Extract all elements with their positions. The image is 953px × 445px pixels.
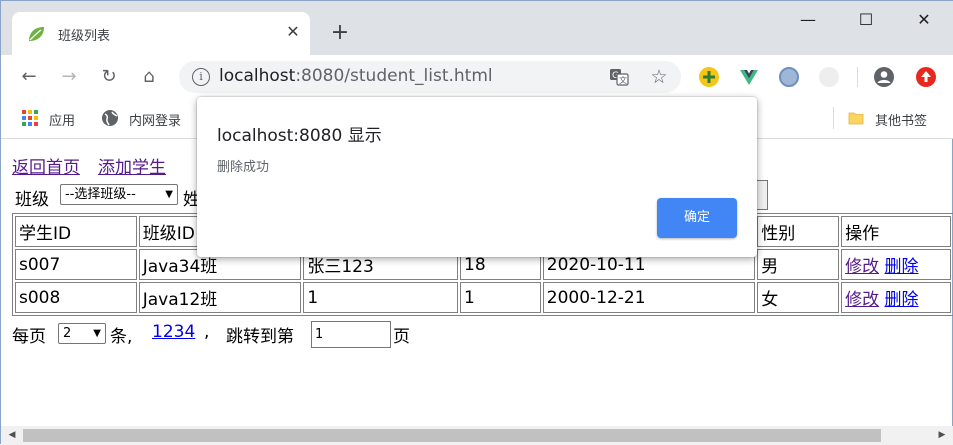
edit-link[interactable]: 修改 bbox=[845, 257, 879, 277]
horizontal-scrollbar[interactable]: ◀ ▶ bbox=[1, 426, 953, 445]
extension-circle-icon[interactable] bbox=[779, 67, 799, 87]
browser-window: 班级列表 ✕ + — ☐ ✕ ← → ↻ ⌂ i localhost:8080/… bbox=[0, 0, 953, 445]
per-page-unit: 条, bbox=[110, 327, 133, 347]
svg-text:文: 文 bbox=[619, 75, 627, 85]
bookmark-other[interactable]: 其他书签 bbox=[875, 110, 927, 129]
delete-link[interactable]: 删除 bbox=[885, 290, 919, 310]
info-icon[interactable]: i bbox=[192, 68, 210, 86]
translate-icon[interactable]: G 文 bbox=[609, 67, 629, 87]
pagination: 每页 2 ▼ 条, 1234 , 跳转到第 1 页 bbox=[12, 321, 512, 351]
update-arrow-icon[interactable] bbox=[916, 67, 936, 87]
header-student-id: 学生ID bbox=[15, 216, 137, 247]
header-actions: 操作 bbox=[841, 216, 951, 247]
vue-devtools-icon[interactable] bbox=[739, 67, 759, 87]
page-number-links[interactable]: 1234 bbox=[152, 322, 195, 342]
dialog-ok-button[interactable]: 确定 bbox=[657, 198, 737, 238]
forward-arrow-icon[interactable]: → bbox=[55, 63, 83, 91]
minimize-button[interactable]: — bbox=[793, 7, 823, 33]
cell-gender: 女 bbox=[757, 282, 840, 313]
maximize-button[interactable]: ☐ bbox=[851, 7, 881, 33]
cell-age: 1 bbox=[460, 282, 541, 313]
close-window-button[interactable]: ✕ bbox=[909, 7, 939, 33]
home-icon[interactable]: ⌂ bbox=[135, 63, 163, 91]
bookmark-apps[interactable]: 应用 bbox=[49, 110, 75, 129]
bookmark-divider bbox=[833, 107, 834, 129]
dropdown-arrow-icon: ▼ bbox=[165, 189, 173, 200]
scrollbar-thumb[interactable] bbox=[23, 429, 881, 442]
class-filter-label: 班级 bbox=[15, 190, 49, 210]
per-page-label: 每页 bbox=[12, 327, 46, 347]
per-page-select[interactable]: 2 ▼ bbox=[58, 323, 106, 344]
reload-icon[interactable]: ↻ bbox=[95, 63, 123, 91]
globe-icon bbox=[102, 110, 118, 126]
delete-link[interactable]: 删除 bbox=[885, 257, 919, 277]
scroll-right-arrow-icon[interactable]: ▶ bbox=[935, 429, 949, 442]
tab-class-list[interactable]: 班级列表 ✕ bbox=[12, 12, 310, 55]
new-tab-button[interactable]: + bbox=[326, 20, 354, 48]
url-text[interactable]: localhost:8080/student_list.html bbox=[219, 66, 493, 86]
page-suffix: 页 bbox=[393, 327, 410, 347]
cell-student-id: s008 bbox=[15, 282, 137, 313]
alert-dialog: localhost:8080 显示 删除成功 确定 bbox=[197, 97, 757, 257]
edit-link[interactable]: 修改 bbox=[845, 290, 879, 310]
dialog-title: localhost:8080 显示 bbox=[217, 126, 382, 146]
cell-gender: 男 bbox=[757, 249, 840, 280]
bookmark-star-icon[interactable]: ☆ bbox=[649, 67, 669, 87]
browser-toolbar: ← → ↻ ⌂ i localhost:8080/student_list.ht… bbox=[1, 55, 953, 99]
cell-student-id: s007 bbox=[15, 249, 137, 280]
home-link[interactable]: 返回首页 bbox=[12, 153, 80, 178]
class-select[interactable]: --选择班级-- ▼ bbox=[60, 184, 178, 205]
bookmark-intranet[interactable]: 内网登录 bbox=[129, 110, 181, 129]
pagination-comma: , bbox=[204, 322, 210, 342]
table-row: s008 Java12班 1 1 2000-12-21 女 修改 删除 bbox=[15, 282, 951, 313]
add-student-link[interactable]: 添加学生 bbox=[98, 153, 166, 178]
jump-page-input[interactable]: 1 bbox=[311, 321, 391, 348]
react-devtools-icon[interactable] bbox=[819, 67, 839, 87]
cell-class: Java12班 bbox=[138, 282, 302, 313]
cell-date: 2000-12-21 bbox=[542, 282, 756, 313]
cell-name: 1 bbox=[303, 282, 458, 313]
tab-title: 班级列表 bbox=[58, 29, 111, 44]
dropdown-arrow-icon: ▼ bbox=[93, 328, 101, 339]
leaf-icon bbox=[29, 27, 44, 41]
cell-actions: 修改 删除 bbox=[841, 282, 951, 313]
title-bar: 班级列表 ✕ + — ☐ ✕ bbox=[1, 1, 953, 55]
apps-grid-icon[interactable] bbox=[21, 109, 39, 127]
cell-actions: 修改 删除 bbox=[841, 249, 951, 280]
toolbar-divider bbox=[857, 67, 858, 87]
jump-label: 跳转到第 bbox=[226, 327, 294, 347]
scroll-left-arrow-icon[interactable]: ◀ bbox=[5, 429, 19, 442]
tab-close-icon[interactable]: ✕ bbox=[282, 21, 304, 43]
folder-icon bbox=[848, 112, 864, 125]
extension-plus-icon[interactable] bbox=[699, 67, 719, 87]
header-gender: 性别 bbox=[757, 216, 840, 247]
profile-avatar-icon[interactable] bbox=[874, 67, 894, 87]
back-arrow-icon[interactable]: ← bbox=[15, 63, 43, 91]
address-bar[interactable]: i localhost:8080/student_list.html G 文 ☆ bbox=[179, 61, 681, 93]
dialog-message: 删除成功 bbox=[217, 160, 270, 175]
